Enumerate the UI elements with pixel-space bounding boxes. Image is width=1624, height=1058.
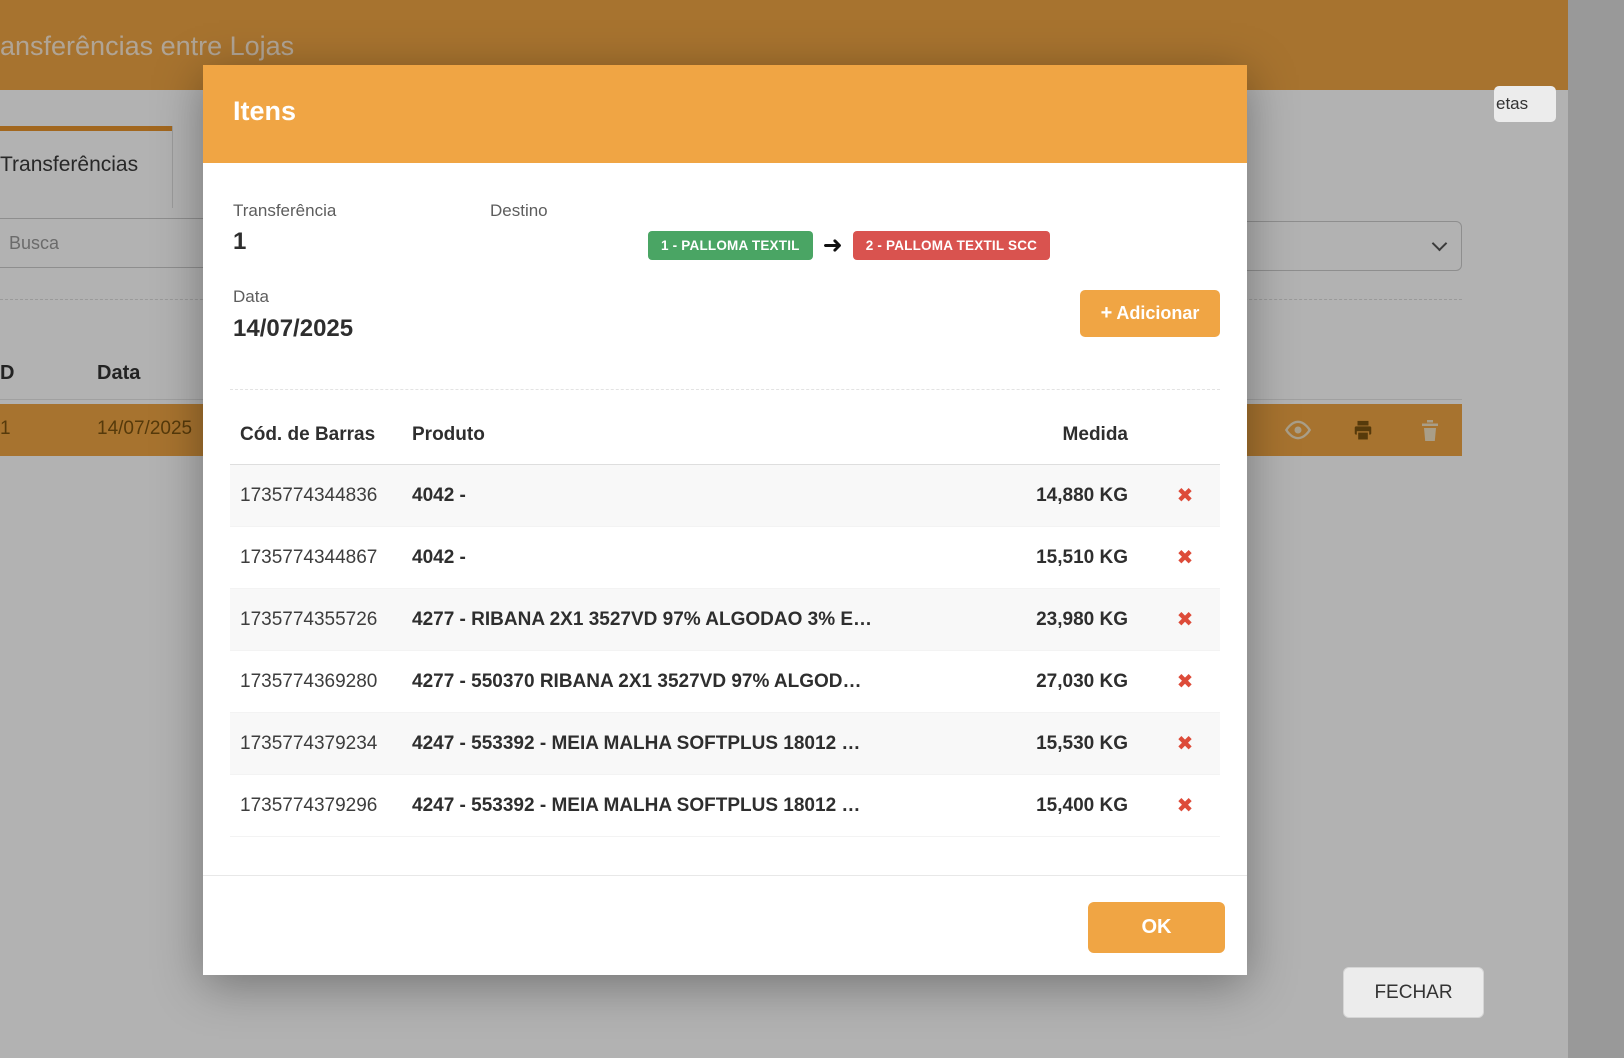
product-cell: 4042 -: [412, 547, 1010, 569]
measure-cell: 15,400 KG: [1010, 795, 1150, 817]
delete-item-button[interactable]: ✖: [1150, 793, 1220, 818]
transfer-label: Transferência: [233, 201, 336, 221]
destination-store-badge: 2 - PALLOMA TEXTIL SCC: [853, 231, 1050, 260]
header-measure: Medida: [1010, 424, 1150, 446]
items-table-header: Cód. de Barras Produto Medida: [230, 405, 1220, 465]
barcode-cell: 1735774369280: [230, 671, 412, 693]
barcode-cell: 1735774379234: [230, 733, 412, 755]
transfer-value: 1: [233, 228, 246, 256]
destino-label: Destino: [490, 201, 548, 221]
delete-item-button[interactable]: ✖: [1150, 669, 1220, 694]
itens-modal: Itens Transferência 1 Data 14/07/2025 De…: [203, 65, 1247, 975]
header-product: Produto: [412, 424, 1010, 446]
measure-cell: 27,030 KG: [1010, 671, 1150, 693]
adicionar-label: Adicionar: [1116, 303, 1199, 324]
measure-cell: 23,980 KG: [1010, 609, 1150, 631]
delete-item-button[interactable]: ✖: [1150, 545, 1220, 570]
delete-item-button[interactable]: ✖: [1150, 731, 1220, 756]
barcode-cell: 1735774344867: [230, 547, 412, 569]
product-cell: 4277 - 550370 RIBANA 2X1 3527VD 97% ALGO…: [412, 671, 1010, 693]
etiquetas-button[interactable]: etas: [1494, 86, 1556, 122]
header-barcode: Cód. de Barras: [230, 424, 412, 446]
barcode-cell: 1735774355726: [230, 609, 412, 631]
item-row: 1735774344867 4042 - 15,510 KG ✖: [230, 527, 1220, 589]
delete-item-button[interactable]: ✖: [1150, 607, 1220, 632]
item-row: 1735774369280 4277 - 550370 RIBANA 2X1 3…: [230, 651, 1220, 713]
date-value: 14/07/2025: [233, 315, 353, 343]
measure-cell: 15,530 KG: [1010, 733, 1150, 755]
modal-divider: [230, 389, 1220, 390]
modal-footer: OK: [203, 875, 1247, 975]
item-row: 1735774379234 4247 - 553392 - MEIA MALHA…: [230, 713, 1220, 775]
product-cell: 4247 - 553392 - MEIA MALHA SOFTPLUS 1801…: [412, 733, 1010, 755]
measure-cell: 15,510 KG: [1010, 547, 1150, 569]
arrow-right-icon: ➜: [823, 234, 843, 258]
ok-button[interactable]: OK: [1088, 902, 1225, 953]
item-row: 1735774379296 4247 - 553392 - MEIA MALHA…: [230, 775, 1220, 837]
item-row: 1735774344836 4042 - 14,880 KG ✖: [230, 465, 1220, 527]
measure-cell: 14,880 KG: [1010, 485, 1150, 507]
plus-icon: +: [1101, 302, 1113, 325]
origin-store-badge: 1 - PALLOMA TEXTIL: [648, 231, 813, 260]
fechar-button[interactable]: FECHAR: [1343, 967, 1484, 1018]
adicionar-button[interactable]: + Adicionar: [1080, 290, 1220, 337]
product-cell: 4042 -: [412, 485, 1010, 507]
items-table: Cód. de Barras Produto Medida 1735774344…: [230, 405, 1220, 837]
transfer-route: 1 - PALLOMA TEXTIL ➜ 2 - PALLOMA TEXTIL …: [648, 231, 1050, 260]
product-cell: 4247 - 553392 - MEIA MALHA SOFTPLUS 1801…: [412, 795, 1010, 817]
barcode-cell: 1735774344836: [230, 485, 412, 507]
date-label: Data: [233, 287, 269, 307]
modal-header: Itens: [203, 65, 1247, 163]
fechar-label: FECHAR: [1374, 982, 1452, 1004]
barcode-cell: 1735774379296: [230, 795, 412, 817]
item-row: 1735774355726 4277 - RIBANA 2X1 3527VD 9…: [230, 589, 1220, 651]
delete-item-button[interactable]: ✖: [1150, 483, 1220, 508]
etiquetas-label: etas: [1496, 94, 1528, 114]
modal-title: Itens: [233, 96, 296, 127]
screen: ansferências entre Lojas Transferências …: [0, 0, 1624, 1058]
product-cell: 4277 - RIBANA 2X1 3527VD 97% ALGODAO 3% …: [412, 609, 1010, 631]
